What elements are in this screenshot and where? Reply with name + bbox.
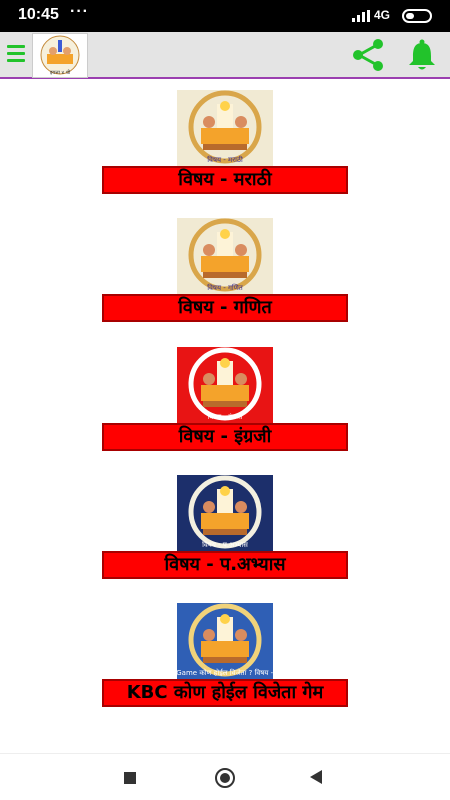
subject-image[interactable]: विषय - प.अभ्यास	[177, 475, 273, 553]
subject-item: विषय - इंग्रजी विषय - इंग्रजी	[102, 347, 348, 457]
subject-image[interactable]: विषय - गणित	[177, 218, 273, 296]
share-icon[interactable]	[350, 38, 386, 72]
subject-button[interactable]: विषय - मराठी	[102, 166, 348, 194]
subject-item: विषय - गणित विषय - गणित	[102, 218, 348, 328]
subject-image-caption: KBC Game कोण होईल विजेता ? विषय - मराठी	[177, 668, 273, 677]
subject-image-caption: विषय - प.अभ्यास	[202, 540, 248, 549]
status-bar: 10:45 ··· 4G	[0, 0, 450, 32]
recent-apps-icon[interactable]	[124, 772, 136, 784]
subject-image[interactable]: विषय - इंग्रजी	[177, 347, 273, 425]
home-icon[interactable]	[215, 768, 235, 788]
subject-image[interactable]: KBC Game कोण होईल विजेता ? विषय - मराठी	[177, 603, 273, 681]
notification-dots: ···	[70, 3, 89, 20]
subject-illustration-icon: विषय - प.अभ्यास	[188, 475, 262, 549]
subject-button[interactable]: विषय - गणित	[102, 294, 348, 322]
signal-icon	[352, 10, 370, 22]
status-time: 10:45	[18, 6, 59, 23]
subject-button[interactable]: KBC कोण होईल विजेता गेम	[102, 679, 348, 707]
subject-illustration-icon: विषय - इंग्रजी	[188, 347, 262, 421]
subject-item: विषय - मराठी विषय - मराठी	[102, 90, 348, 200]
network-type: 4G	[374, 8, 391, 22]
subject-image-caption: विषय - इंग्रजी	[207, 412, 242, 421]
subject-illustration-icon: KBC Game कोण होईल विजेता ? विषय - मराठी	[177, 603, 273, 677]
hamburger-menu-icon[interactable]	[7, 45, 25, 63]
subject-image-caption: विषय - गणित	[207, 283, 244, 292]
subject-image-caption: विषय - मराठी	[207, 155, 243, 164]
notification-bell-icon[interactable]	[407, 38, 437, 72]
subject-list: विषय - मराठी विषय - मराठी विषय - गणित विषय …	[0, 81, 450, 751]
system-nav-bar	[0, 753, 450, 800]
app-bar: इयत्ता ४ थी	[0, 32, 450, 79]
subject-item: KBC Game कोण होईल विजेता ? विषय - मराठी K…	[102, 603, 348, 713]
subject-button[interactable]: विषय - प.अभ्यास	[102, 551, 348, 579]
back-icon[interactable]	[310, 770, 322, 784]
subject-item: विषय - प.अभ्यास विषय - प.अभ्यास	[102, 475, 348, 585]
subject-illustration-icon: विषय - गणित	[188, 218, 262, 292]
subject-button[interactable]: विषय - इंग्रजी	[102, 423, 348, 451]
subject-image[interactable]: विषय - मराठी	[177, 90, 273, 168]
svg-text:इयत्ता ४ थी: इयत्ता ४ थी	[50, 69, 71, 76]
subject-illustration-icon: विषय - मराठी	[188, 90, 262, 164]
logo-art-icon: इयत्ता ४ थी	[40, 35, 80, 76]
app-logo: इयत्ता ४ थी	[32, 33, 88, 78]
battery-icon	[402, 9, 432, 23]
